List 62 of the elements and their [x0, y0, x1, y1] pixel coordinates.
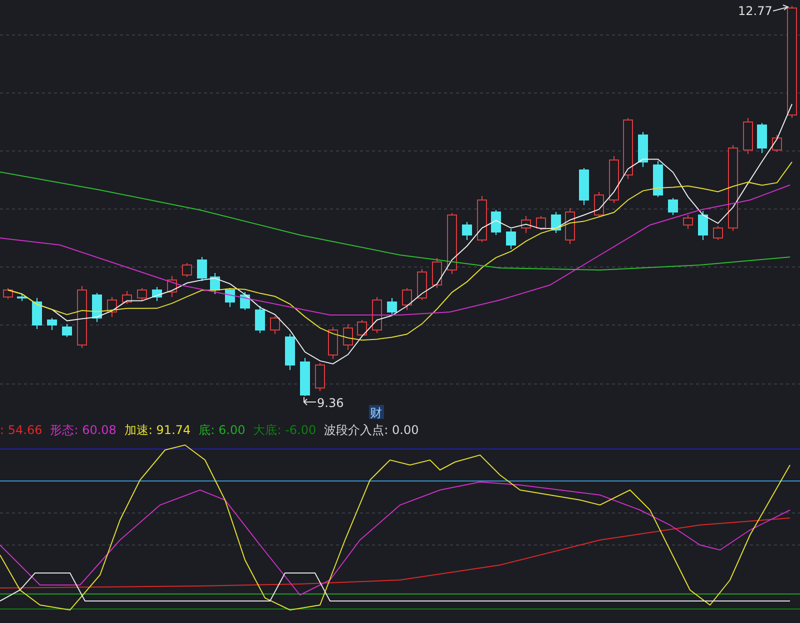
candlestick [182, 262, 192, 278]
candlestick [609, 156, 619, 204]
candlestick [668, 198, 678, 216]
candlestick [521, 216, 531, 234]
candlestick [315, 362, 325, 392]
candlestick [328, 326, 338, 360]
candlestick [638, 132, 648, 168]
candlestick [372, 296, 382, 334]
candlestick [491, 210, 501, 236]
candlestick [122, 290, 132, 304]
candlestick [698, 210, 708, 240]
candlestick [225, 288, 235, 308]
candlestick [551, 212, 561, 234]
candlestick [743, 118, 753, 154]
candlestick [3, 288, 13, 300]
candlestick [357, 320, 367, 338]
candlestick [387, 298, 397, 316]
candlestick [713, 226, 723, 240]
candlestick [623, 118, 633, 180]
candlestick [197, 256, 207, 282]
indicator-value: 大底: -6.00 [253, 422, 316, 439]
low-price-label: 9.36 [317, 396, 344, 410]
candlestick [506, 228, 516, 250]
candlestick [653, 160, 663, 198]
candlestick [772, 134, 782, 152]
candlestick [47, 318, 57, 330]
candlestick [477, 196, 487, 242]
candlestick [77, 286, 87, 348]
candlestick [402, 288, 412, 310]
candlestick [137, 288, 147, 302]
event-badge: 财 [369, 405, 384, 420]
candlestick [270, 316, 280, 334]
indicator-value: 形态: 60.08 [50, 422, 116, 439]
candlestick [683, 214, 693, 230]
candlestick [107, 296, 117, 318]
candlestick [167, 276, 177, 298]
candlestick [757, 122, 767, 154]
candlestick [343, 324, 353, 350]
arrow-icon [303, 396, 316, 406]
candlestick [536, 216, 546, 230]
indicator-value: 底: 6.00 [198, 422, 246, 439]
candlestick [432, 258, 442, 288]
candlestick [152, 286, 162, 302]
candlestick [255, 306, 265, 334]
indicator-value: 加速: 91.74 [124, 422, 191, 439]
high-price-label: 12.77 [738, 4, 772, 18]
indicator-value: : 54.66 [0, 422, 42, 439]
indicator-value: 波段介入点: 0.00 [324, 422, 419, 439]
candlestick [565, 208, 575, 244]
candlestick [92, 292, 102, 322]
candlestick [300, 358, 310, 396]
candlestick [62, 324, 72, 338]
candlestick [285, 334, 295, 370]
candlestick [210, 272, 220, 294]
candlestick [594, 192, 604, 218]
candlestick [462, 222, 472, 240]
candlestick [447, 212, 457, 274]
arrow-icon [772, 4, 790, 12]
candlestick [579, 168, 589, 206]
candlestick [32, 298, 42, 330]
candlestick [417, 268, 427, 300]
candlestick [17, 294, 27, 302]
